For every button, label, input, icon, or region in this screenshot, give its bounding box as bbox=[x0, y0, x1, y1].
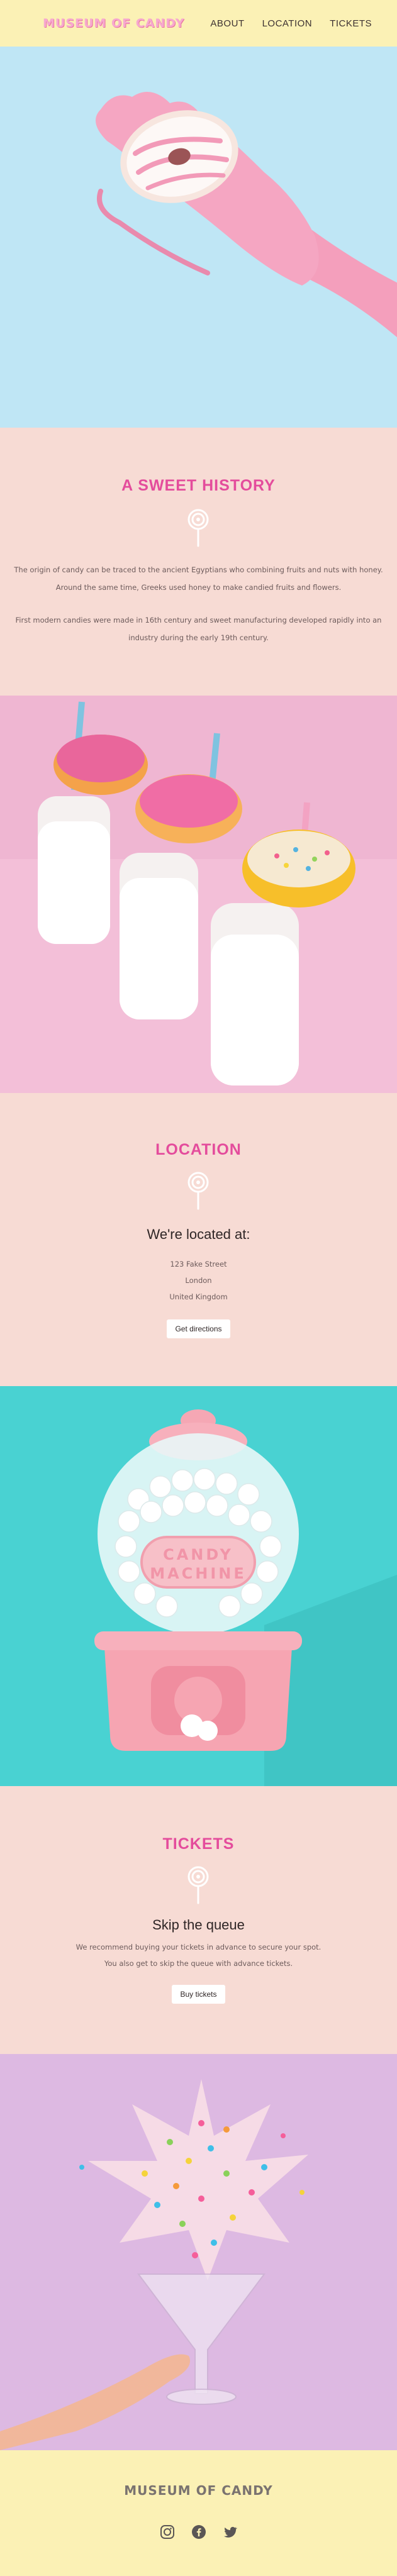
donuts-milk-image bbox=[0, 696, 397, 1093]
tickets-subtitle: Skip the queue bbox=[152, 1917, 245, 1933]
gumball-machine-image: CANDY MACHINE bbox=[0, 1386, 397, 1786]
nav-location[interactable]: LOCATION bbox=[262, 18, 313, 29]
donuts-milk-illustration bbox=[0, 696, 397, 1093]
twitter-icon[interactable] bbox=[223, 2524, 238, 2540]
history-title: A SWEET HISTORY bbox=[121, 477, 276, 494]
history-paragraph-2: First modern candies were made in 16th c… bbox=[15, 616, 382, 642]
nav-about[interactable]: ABOUT bbox=[210, 18, 244, 29]
site-footer: MUSEUM OF CANDY bbox=[0, 2450, 397, 2576]
history-paragraph-1: The origin of candy can be traced to the… bbox=[14, 565, 383, 592]
facebook-icon[interactable] bbox=[191, 2524, 206, 2540]
sign-line-1: CANDY bbox=[163, 1546, 233, 1563]
hero-image bbox=[0, 47, 397, 428]
tickets-line-2: You also get to skip the queue with adva… bbox=[104, 1959, 293, 1968]
location-section: LOCATION We're located at: 123 Fake Stre… bbox=[0, 1093, 397, 1386]
sign-line-2: MACHINE bbox=[150, 1565, 247, 1582]
footer-logo[interactable]: MUSEUM OF CANDY bbox=[0, 2483, 397, 2498]
main-nav: ABOUT LOCATION TICKETS bbox=[210, 18, 372, 29]
history-section: A SWEET HISTORY The origin of candy can … bbox=[0, 428, 397, 696]
buy-tickets-button[interactable]: Buy tickets bbox=[172, 1985, 225, 2004]
instagram-icon[interactable] bbox=[160, 2524, 175, 2540]
address-line-street: 123 Fake Street bbox=[170, 1260, 227, 1269]
gumball-machine-illustration: CANDY MACHINE bbox=[0, 1386, 397, 1786]
site-header: MUSEUM OF CANDY ABOUT LOCATION TICKETS bbox=[0, 0, 397, 47]
tickets-title: TICKETS bbox=[162, 1835, 235, 1853]
location-title: LOCATION bbox=[155, 1141, 242, 1158]
address-line-country: United Kingdom bbox=[169, 1292, 228, 1301]
location-subtitle: We're located at: bbox=[147, 1226, 250, 1242]
address-line-city: London bbox=[185, 1276, 212, 1285]
tickets-section: TICKETS Skip the queue We recommend buyi… bbox=[0, 1786, 397, 2054]
lollipop-icon bbox=[187, 1172, 209, 1210]
cocktail-image bbox=[0, 2054, 397, 2450]
tickets-line-1: We recommend buying your tickets in adva… bbox=[75, 1943, 322, 1951]
lollipop-icon bbox=[187, 509, 209, 547]
sprinkle-cocktail-illustration bbox=[0, 2054, 397, 2450]
lollipop-icon bbox=[187, 1866, 209, 1904]
get-directions-button[interactable]: Get directions bbox=[167, 1319, 230, 1338]
nav-tickets[interactable]: TICKETS bbox=[330, 18, 372, 29]
social-links bbox=[0, 2524, 397, 2540]
site-logo[interactable]: MUSEUM OF CANDY bbox=[43, 16, 184, 30]
donut-glove-illustration bbox=[0, 47, 397, 428]
